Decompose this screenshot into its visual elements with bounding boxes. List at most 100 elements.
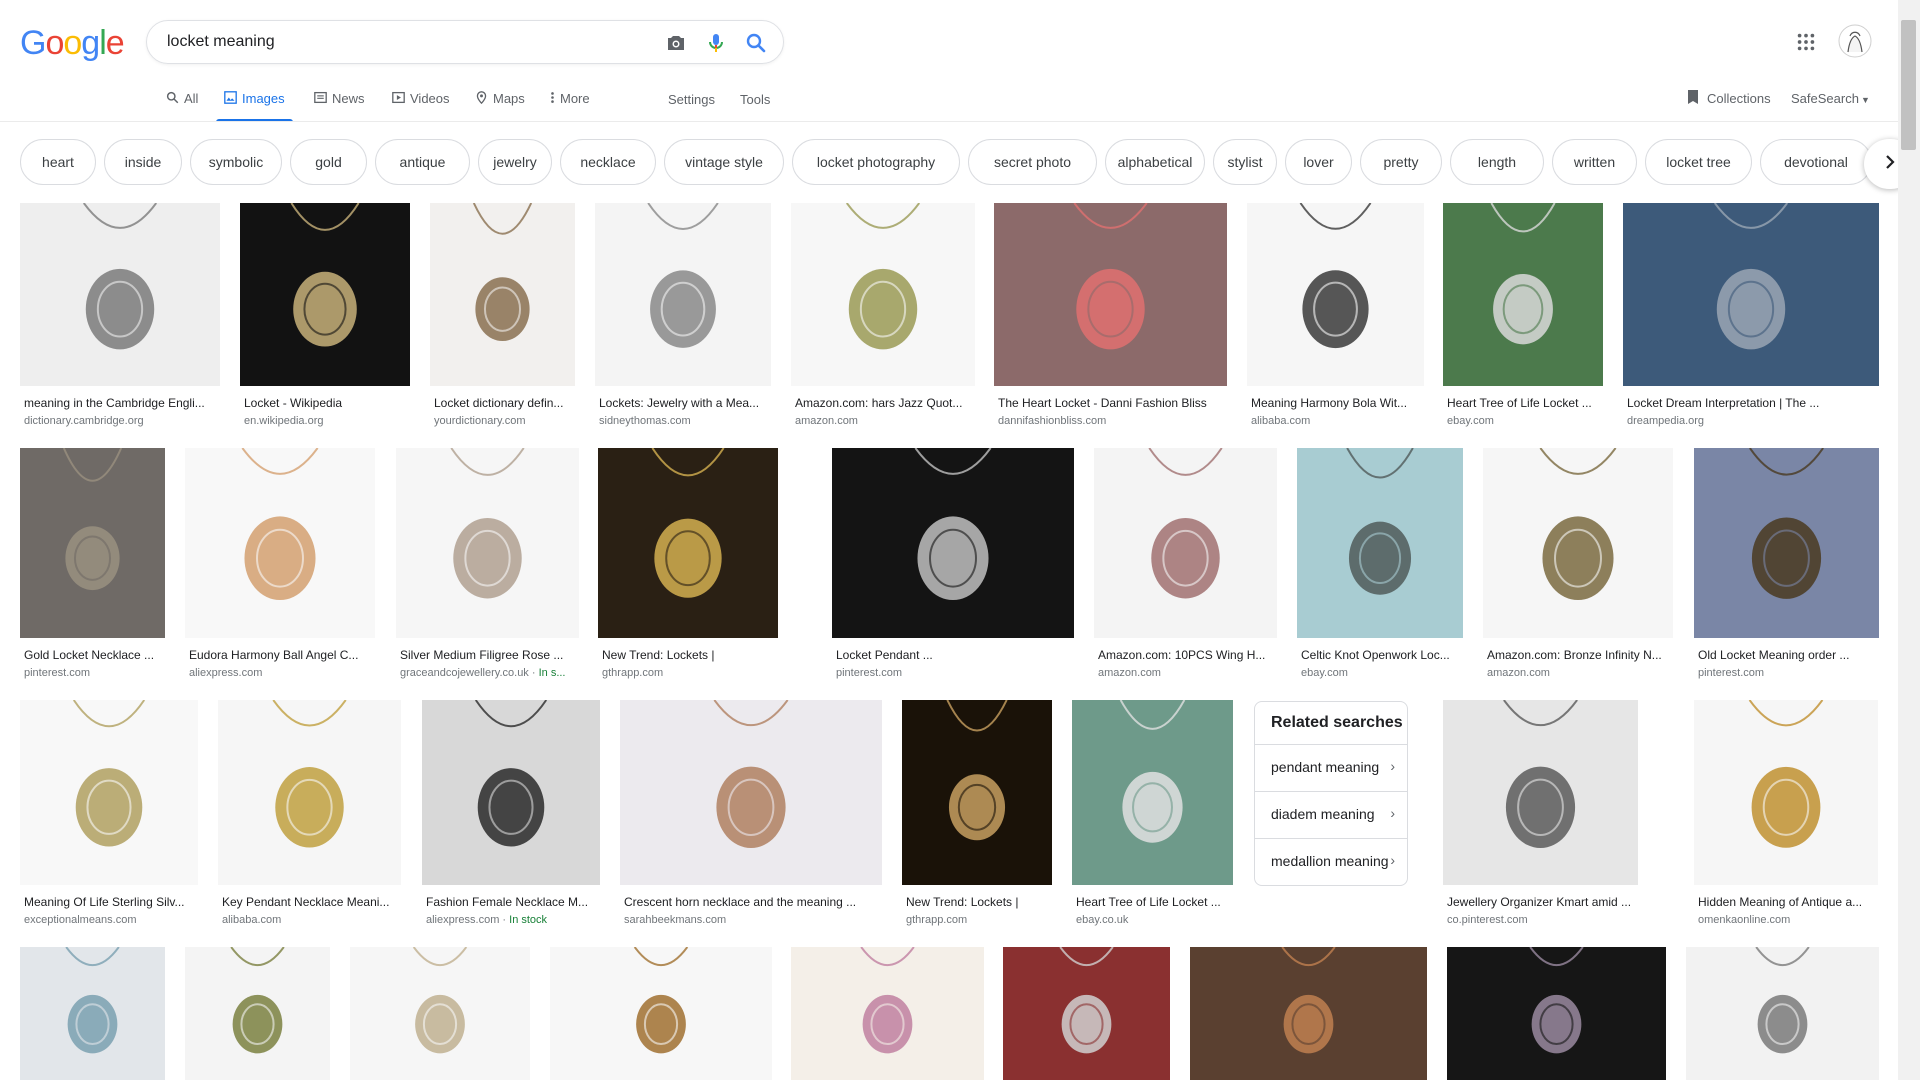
result-thumbnail[interactable] xyxy=(1483,448,1673,638)
result-thumbnail[interactable] xyxy=(550,947,772,1080)
result-title[interactable]: Celtic Knot Openwork Loc... xyxy=(1301,648,1459,662)
result-thumbnail[interactable] xyxy=(1694,700,1878,885)
result-thumbnail[interactable] xyxy=(1247,203,1424,386)
result-title[interactable]: Hidden Meaning of Antique a... xyxy=(1698,895,1874,909)
result-title[interactable]: Amazon.com: 10PCS Wing H... xyxy=(1098,648,1273,662)
safesearch-menu[interactable]: SafeSearch ▼ xyxy=(1791,91,1870,106)
result-thumbnail[interactable] xyxy=(1443,700,1638,885)
refinement-chip[interactable]: locket tree xyxy=(1645,139,1752,185)
result-title[interactable]: Locket dictionary defin... xyxy=(434,396,571,410)
result-thumbnail[interactable] xyxy=(185,448,375,638)
result-title[interactable]: Heart Tree of Life Locket ... xyxy=(1076,895,1229,909)
tab-images[interactable]: Images xyxy=(216,88,293,122)
result-title[interactable]: New Trend: Lockets | xyxy=(602,648,774,662)
apps-grid-icon[interactable] xyxy=(1795,31,1817,58)
refinement-chip[interactable]: written xyxy=(1552,139,1637,185)
result-thumbnail[interactable] xyxy=(598,448,778,638)
collections-button[interactable]: Collections xyxy=(1686,89,1771,108)
tab-maps[interactable]: Maps xyxy=(475,88,525,122)
microphone-icon[interactable] xyxy=(704,31,728,55)
result-thumbnail[interactable] xyxy=(1443,203,1603,386)
result-thumbnail[interactable] xyxy=(1003,947,1170,1080)
tools-link[interactable]: Tools xyxy=(740,92,770,107)
result-title[interactable]: Heart Tree of Life Locket ... xyxy=(1447,396,1599,410)
result-thumbnail[interactable] xyxy=(422,700,600,885)
tab-videos[interactable]: Videos xyxy=(392,88,450,122)
result-title[interactable]: Locket Pendant ... xyxy=(836,648,1070,662)
refinement-chip[interactable]: devotional xyxy=(1760,139,1872,185)
refinement-chip[interactable]: lover xyxy=(1285,139,1352,185)
result-thumbnail[interactable] xyxy=(430,203,575,386)
refinement-chip[interactable]: gold xyxy=(290,139,367,185)
search-box[interactable]: locket meaning xyxy=(146,20,784,64)
result-title[interactable]: Amazon.com: Bronze Infinity N... xyxy=(1487,648,1669,662)
settings-link[interactable]: Settings xyxy=(668,92,715,107)
result-title[interactable]: The Heart Locket - Danni Fashion Bliss xyxy=(998,396,1223,410)
result-title[interactable]: Old Locket Meaning order ... xyxy=(1698,648,1875,662)
result-thumbnail[interactable] xyxy=(20,203,220,386)
result-thumbnail[interactable] xyxy=(1623,203,1879,386)
result-title[interactable]: Lockets: Jewelry with a Mea... xyxy=(599,396,767,410)
result-thumbnail[interactable] xyxy=(350,947,530,1080)
search-input[interactable]: locket meaning xyxy=(167,33,275,51)
refinement-chip[interactable]: pretty xyxy=(1360,139,1442,185)
result-thumbnail[interactable] xyxy=(902,700,1052,885)
result-title[interactable]: Amazon.com: hars Jazz Quot... xyxy=(795,396,971,410)
google-logo[interactable]: Google xyxy=(20,24,125,63)
result-title[interactable]: Jewellery Organizer Kmart amid ... xyxy=(1447,895,1634,909)
result-title[interactable]: Locket Dream Interpretation | The ... xyxy=(1627,396,1875,410)
refinement-chip[interactable]: secret photo xyxy=(968,139,1097,185)
related-search-item[interactable]: pendant meaning › xyxy=(1255,744,1407,791)
result-thumbnail[interactable] xyxy=(240,203,410,386)
result-thumbnail[interactable] xyxy=(832,448,1074,638)
result-title[interactable]: New Trend: Lockets | xyxy=(906,895,1048,909)
refinement-chip[interactable]: antique xyxy=(375,139,470,185)
refinement-chip[interactable]: inside xyxy=(104,139,182,185)
refinement-chip[interactable]: stylist xyxy=(1213,139,1277,185)
result-thumbnail[interactable] xyxy=(1694,448,1879,638)
refinement-chip[interactable]: length xyxy=(1450,139,1544,185)
refinement-chip[interactable]: locket photography xyxy=(792,139,960,185)
result-thumbnail[interactable] xyxy=(1094,448,1277,638)
result-thumbnail[interactable] xyxy=(1190,947,1427,1080)
refinement-chip[interactable]: vintage style xyxy=(664,139,784,185)
result-title[interactable]: meaning in the Cambridge Engli... xyxy=(24,396,216,410)
refinement-chip[interactable]: necklace xyxy=(560,139,656,185)
tab-more[interactable]: More xyxy=(550,88,590,122)
account-avatar[interactable] xyxy=(1838,24,1872,63)
result-thumbnail[interactable] xyxy=(20,700,198,885)
page-scrollbar[interactable] xyxy=(1898,0,1920,1080)
result-thumbnail[interactable] xyxy=(791,947,984,1080)
result-title[interactable]: Crescent horn necklace and the meaning .… xyxy=(624,895,878,909)
result-thumbnail[interactable] xyxy=(595,203,771,386)
result-title[interactable]: Meaning Harmony Bola Wit... xyxy=(1251,396,1420,410)
result-thumbnail[interactable] xyxy=(1447,947,1666,1080)
search-icon[interactable] xyxy=(744,31,768,55)
result-title[interactable]: Eudora Harmony Ball Angel C... xyxy=(189,648,371,662)
result-thumbnail[interactable] xyxy=(396,448,579,638)
refinement-chip[interactable]: heart xyxy=(20,139,96,185)
result-thumbnail[interactable] xyxy=(1686,947,1879,1080)
result-thumbnail[interactable] xyxy=(1072,700,1233,885)
result-title[interactable]: Gold Locket Necklace ... xyxy=(24,648,161,662)
result-thumbnail[interactable] xyxy=(1297,448,1463,638)
refinement-chip[interactable]: jewelry xyxy=(478,139,552,185)
scrollbar-thumb[interactable] xyxy=(1901,20,1916,150)
result-title[interactable]: Meaning Of Life Sterling Silv... xyxy=(24,895,194,909)
related-search-item[interactable]: medallion meaning › xyxy=(1255,838,1407,885)
result-thumbnail[interactable] xyxy=(20,947,165,1080)
result-thumbnail[interactable] xyxy=(620,700,882,885)
tab-news[interactable]: News xyxy=(314,88,365,122)
result-thumbnail[interactable] xyxy=(994,203,1227,386)
refinement-chip[interactable]: alphabetical xyxy=(1105,139,1205,185)
result-title[interactable]: Silver Medium Filigree Rose ... xyxy=(400,648,575,662)
result-thumbnail[interactable] xyxy=(20,448,165,638)
result-thumbnail[interactable] xyxy=(185,947,330,1080)
result-thumbnail[interactable] xyxy=(791,203,975,386)
related-search-item[interactable]: diadem meaning › xyxy=(1255,791,1407,838)
tab-all[interactable]: All xyxy=(166,88,198,122)
result-title[interactable]: Fashion Female Necklace M... xyxy=(426,895,596,909)
result-title[interactable]: Key Pendant Necklace Meani... xyxy=(222,895,397,909)
camera-icon[interactable] xyxy=(664,31,688,55)
result-thumbnail[interactable] xyxy=(218,700,401,885)
